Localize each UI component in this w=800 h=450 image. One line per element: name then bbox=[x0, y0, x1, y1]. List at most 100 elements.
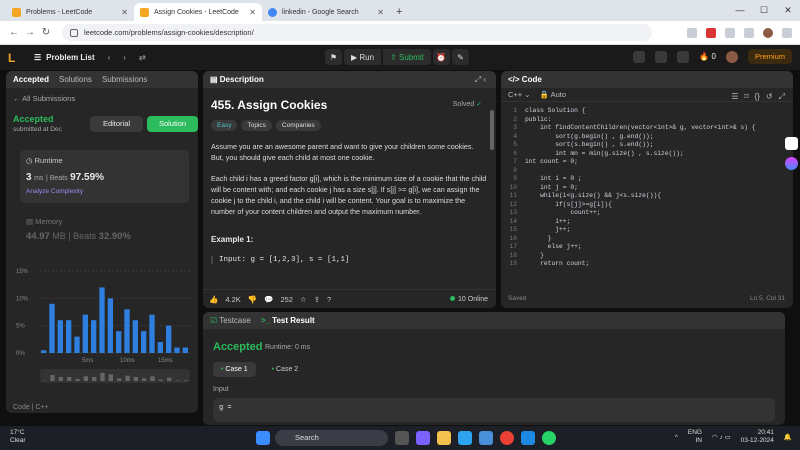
histogram-bar[interactable] bbox=[66, 320, 72, 353]
comment-icon[interactable]: 💬 bbox=[264, 295, 273, 304]
code-line[interactable]: 12 if(s[j]>=g[i]){ bbox=[501, 201, 793, 210]
histogram-bar[interactable] bbox=[157, 342, 163, 353]
auto-toggle[interactable]: 🔒 Auto bbox=[540, 90, 566, 99]
timer-icon[interactable]: ⏰ bbox=[432, 49, 450, 65]
share-icon[interactable]: ⇪ bbox=[314, 295, 320, 304]
histogram-bar[interactable] bbox=[74, 336, 80, 353]
debug-icon[interactable]: ⚑ bbox=[325, 49, 342, 65]
companies-tag[interactable]: Companies bbox=[275, 120, 321, 131]
taskbar-search[interactable]: Search bbox=[275, 430, 388, 446]
histogram-bar[interactable] bbox=[99, 287, 105, 353]
browser-tab-assign-cookies[interactable]: Assign Cookies - LeetCode ✕ bbox=[134, 3, 262, 21]
notification-icon[interactable] bbox=[677, 50, 690, 63]
code-line[interactable]: 4 sort(g.begin() , g.end()); bbox=[501, 133, 793, 142]
close-tab-icon[interactable]: ✕ bbox=[249, 8, 256, 17]
histogram-bar[interactable] bbox=[41, 350, 47, 353]
tab-accepted[interactable]: Accepted bbox=[13, 75, 49, 84]
case-1-tab[interactable]: Case 1 bbox=[213, 362, 256, 377]
close-window-icon[interactable]: ✕ bbox=[776, 0, 800, 20]
difficulty-tag[interactable]: Easy bbox=[211, 120, 238, 131]
histogram-bar[interactable] bbox=[107, 298, 113, 353]
histogram-bar[interactable] bbox=[149, 314, 155, 353]
extensions-icon[interactable] bbox=[725, 27, 735, 38]
side-panel-icon[interactable] bbox=[785, 137, 798, 150]
browser-tab-google[interactable]: linkedin - Google Search ✕ bbox=[262, 3, 390, 21]
analyze-complexity-link[interactable]: Analyze Complexity bbox=[26, 188, 183, 195]
notes-icon[interactable]: ✎ bbox=[451, 49, 469, 65]
like-icon[interactable]: 👍 bbox=[209, 295, 218, 304]
premium-button[interactable]: Premium bbox=[747, 49, 792, 64]
extension-icon[interactable] bbox=[706, 27, 716, 38]
input-language[interactable]: ENG IN bbox=[688, 429, 702, 445]
vscode-icon[interactable] bbox=[521, 431, 535, 445]
code-line[interactable]: 11 while(i<g.size() && j<s.size()){ bbox=[501, 192, 793, 201]
editorial-button[interactable]: Editorial bbox=[90, 116, 143, 132]
tab-description[interactable]: ▤ Description bbox=[210, 75, 264, 84]
histogram-bar[interactable] bbox=[132, 320, 138, 353]
store-icon[interactable] bbox=[479, 431, 493, 445]
minimize-icon[interactable]: — bbox=[728, 0, 752, 20]
run-button[interactable]: ▶ Run bbox=[344, 49, 382, 65]
histogram-bar[interactable] bbox=[182, 347, 188, 353]
layout-icon[interactable] bbox=[633, 50, 646, 63]
star-icon[interactable]: ☆ bbox=[300, 295, 307, 304]
close-tab-icon[interactable]: ✕ bbox=[121, 8, 128, 17]
code-line[interactable]: 7 int count = 0; bbox=[501, 158, 793, 167]
prev-problem-icon[interactable]: ‹ bbox=[108, 53, 111, 62]
downloads-icon[interactable] bbox=[744, 27, 754, 38]
file-explorer-icon[interactable] bbox=[437, 431, 451, 445]
code-line[interactable]: 17 else j++; bbox=[501, 243, 793, 252]
help-icon[interactable]: ? bbox=[327, 295, 331, 304]
histogram-bar[interactable] bbox=[91, 320, 97, 353]
bookmark-icon[interactable] bbox=[687, 27, 697, 38]
tab-test-result[interactable]: >_ Test Result bbox=[261, 316, 315, 325]
topics-tag[interactable]: Topics bbox=[241, 120, 272, 131]
histogram-bar[interactable] bbox=[174, 347, 180, 353]
language-select[interactable]: C++ ⌄ bbox=[508, 90, 531, 99]
next-problem-icon[interactable]: › bbox=[123, 53, 126, 62]
chrome-icon[interactable] bbox=[500, 431, 514, 445]
wifi-icon[interactable]: ◠ ♪ ▭ bbox=[712, 433, 731, 441]
side-app-icon[interactable] bbox=[785, 157, 798, 170]
settings-icon[interactable] bbox=[655, 50, 668, 63]
user-avatar[interactable] bbox=[725, 50, 738, 63]
code-line[interactable]: 15 j++; bbox=[501, 226, 793, 235]
histogram-bar[interactable] bbox=[57, 320, 63, 353]
code-line[interactable]: 9 int i = 0 ; bbox=[501, 175, 793, 184]
weather-widget[interactable]: 17°C Clear bbox=[10, 429, 26, 445]
expand-icon[interactable]: ⤢ ‹ bbox=[475, 75, 486, 85]
code-line[interactable]: 16 } bbox=[501, 235, 793, 244]
all-submissions-link[interactable]: ← All Submissions bbox=[6, 88, 198, 109]
runtime-distribution-chart[interactable]: 15% 10% 5% 0% 5ms 10ms 15ms bbox=[14, 261, 192, 391]
braces-icon[interactable]: {} bbox=[755, 92, 760, 102]
edge-icon[interactable] bbox=[458, 431, 472, 445]
new-tab-button[interactable]: + bbox=[396, 6, 402, 18]
tray-chevron-icon[interactable]: ^ bbox=[675, 434, 678, 441]
url-field[interactable]: leetcode.com/problems/assign-cookies/des… bbox=[62, 24, 652, 41]
histogram-bar[interactable] bbox=[49, 303, 55, 353]
runtime-card[interactable]: ◷ Runtime 3 ms | Beats 97.59% Analyze Co… bbox=[20, 150, 189, 203]
case-2-tab[interactable]: Case 2 bbox=[264, 362, 307, 377]
maximize-icon[interactable]: ☐ bbox=[752, 0, 776, 20]
leetcode-logo-icon[interactable]: L bbox=[8, 51, 20, 65]
copilot-icon[interactable] bbox=[416, 431, 430, 445]
streak-count[interactable]: 🔥 0 bbox=[699, 52, 716, 61]
fullscreen-icon[interactable]: ⤢ bbox=[779, 92, 785, 102]
code-line[interactable]: 8 bbox=[501, 167, 793, 176]
browser-tab-problems[interactable]: Problems - LeetCode ✕ bbox=[6, 3, 134, 21]
code-line[interactable]: 3 int findContentChildren(vector<int>& g… bbox=[501, 124, 793, 133]
code-line[interactable]: 6 int mn = min(g.size() , s.size()); bbox=[501, 150, 793, 159]
solution-button[interactable]: Solution bbox=[147, 116, 198, 132]
code-line[interactable]: 2 public: bbox=[501, 116, 793, 125]
scrollbar[interactable] bbox=[490, 110, 494, 150]
histogram-bar[interactable] bbox=[124, 309, 130, 353]
reset-icon[interactable]: ↺ bbox=[766, 92, 773, 102]
profile-avatar[interactable] bbox=[763, 27, 773, 38]
close-tab-icon[interactable]: ✕ bbox=[377, 8, 384, 17]
dislike-icon[interactable]: 👎 bbox=[248, 295, 257, 304]
site-info-icon[interactable] bbox=[70, 28, 78, 37]
code-line[interactable]: 5 sort(s.begin() , s.end()); bbox=[501, 141, 793, 150]
format-icon[interactable]: ☰ bbox=[731, 92, 738, 102]
shuffle-icon[interactable]: ⇄ bbox=[139, 53, 146, 62]
whatsapp-icon[interactable] bbox=[542, 431, 556, 445]
